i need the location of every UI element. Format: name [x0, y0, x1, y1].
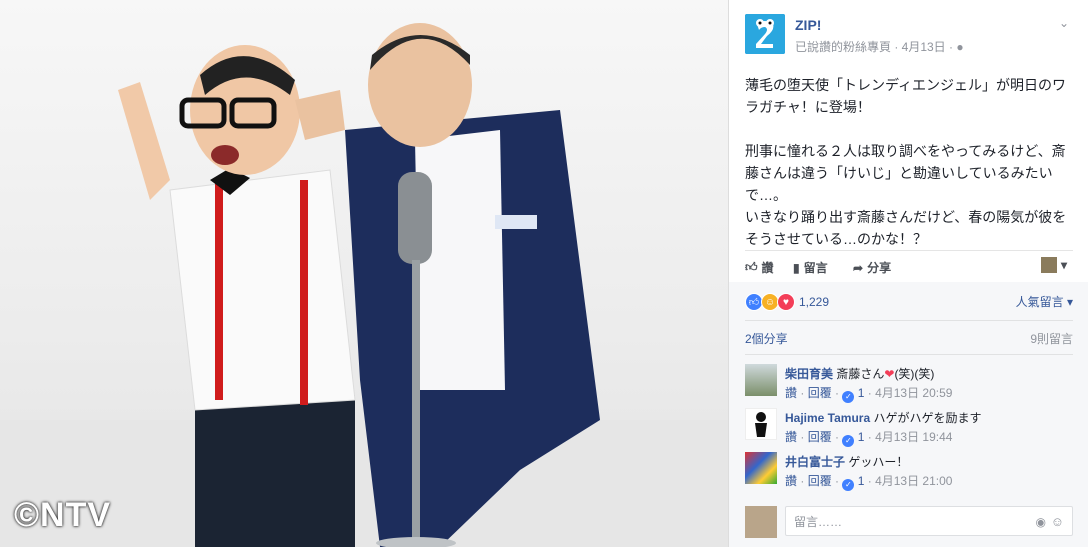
- commenter-name[interactable]: 井白富士子: [785, 455, 845, 469]
- ntv-watermark: ©NTV: [14, 496, 112, 534]
- heart-icon: ❤: [884, 367, 895, 381]
- comment-like-link[interactable]: 讚: [785, 430, 797, 444]
- share-count-link[interactable]: 2個分享: [745, 330, 788, 347]
- like-badge-icon: ✓: [842, 479, 855, 491]
- comment-like-link[interactable]: 讚: [785, 386, 797, 400]
- comment-input-placeholder: 留言……: [794, 515, 843, 529]
- like-badge-icon: ✓: [842, 435, 855, 447]
- comment-time[interactable]: 4月13日 20:59: [875, 386, 952, 400]
- photo-illustration: [0, 23, 728, 547]
- camera-icon[interactable]: ◉: [1036, 515, 1046, 529]
- comment-text: ゲッハー！: [848, 455, 909, 469]
- divider: [745, 320, 1073, 321]
- commenter-avatar[interactable]: [745, 364, 777, 396]
- comment-text-suffix: (笑)(笑): [894, 367, 935, 381]
- post-text: 薄毛の堕天使「トレンディエンジェル」が明日のワラガチャ！に登場！ 刑事に憧れる２…: [745, 77, 1067, 247]
- comment-label: 留言: [803, 261, 828, 275]
- share-button[interactable]: ➦ 分享: [853, 259, 891, 276]
- like-button[interactable]: 👍︎ 讚: [745, 259, 774, 276]
- viewer-avatar-icon: [1041, 257, 1057, 273]
- post-actions: 👍︎ 讚 ▮ 留言 ➦ 分享 ▾: [745, 250, 1073, 283]
- comment-body: Hajime Tamura ハゲがハゲを励ます: [785, 409, 982, 426]
- comment-sort-dropdown[interactable]: 人氣留言 ▾: [1016, 293, 1073, 310]
- comment-button[interactable]: ▮ 留言: [793, 259, 828, 276]
- comment-reply-link[interactable]: 回覆: [808, 474, 832, 488]
- commenter-avatar[interactable]: [745, 452, 777, 484]
- page-avatar[interactable]: [745, 14, 785, 54]
- comment-like-link[interactable]: 讚: [785, 474, 797, 488]
- comment-like-count[interactable]: 1: [858, 474, 865, 488]
- reaction-summary[interactable]: 👍︎ ☺ ♥ 1,229: [745, 292, 829, 312]
- comment-meta: 讚 · 回覆 · ✓ 1 · 4月13日 21:00: [785, 474, 953, 491]
- comment-text: 斎藤さん: [836, 367, 885, 381]
- post-header: ZIP! 已說讚的粉絲專頁 · 4月13日 · ● ⌄: [745, 14, 1075, 58]
- globe-icon: ●: [956, 40, 964, 54]
- comment-meta: 讚 · 回覆 · ✓ 1 · 4月13日 20:59: [785, 386, 953, 403]
- comment-item: 井白富士子 ゲッハー！ 讚 · 回覆 · ✓ 1 · 4月13日 21:00: [745, 452, 1075, 492]
- comment-reply-link[interactable]: 回覆: [808, 386, 832, 400]
- viewer-avatar[interactable]: [745, 506, 777, 538]
- comment-like-count[interactable]: 1: [858, 386, 865, 400]
- share-label: 分享: [867, 261, 892, 275]
- chevron-down-icon[interactable]: ⌄: [1059, 16, 1069, 30]
- comment-count-link[interactable]: 9則留言: [1030, 330, 1073, 347]
- comment-meta: 讚 · 回覆 · ✓ 1 · 4月13日 19:44: [785, 430, 953, 447]
- page-name[interactable]: ZIP!: [795, 17, 821, 33]
- comment-input[interactable]: 留言…… ◉ ☺: [785, 506, 1073, 536]
- comment-item: Hajime Tamura ハゲがハゲを励ます 讚 · 回覆 · ✓ 1 · 4…: [745, 408, 1075, 448]
- comment-text: ハゲがハゲを励ます: [873, 411, 982, 425]
- comment-reply-link[interactable]: 回覆: [808, 430, 832, 444]
- silhouette-icon: [755, 412, 767, 437]
- comment-time[interactable]: 4月13日 19:44: [875, 430, 952, 444]
- caret-down-icon: ▾: [1061, 258, 1068, 272]
- commenter-name[interactable]: Hajime Tamura: [785, 411, 870, 425]
- speech-bubble-icon: ▮: [793, 260, 800, 275]
- comment-sort-label: 人氣留言: [1015, 295, 1064, 309]
- emoji-icon[interactable]: ☺: [1051, 514, 1064, 529]
- comment-item: 柴田育美 斎藤さん❤(笑)(笑) 讚 · 回覆 · ✓ 1 · 4月13日 20…: [745, 364, 1075, 404]
- love-reaction-icon: ♥: [777, 293, 795, 311]
- zip-logo-icon: [745, 14, 785, 54]
- like-label: 讚: [761, 261, 774, 275]
- commenter-avatar[interactable]: [745, 408, 777, 440]
- post-meta: 已說讚的粉絲專頁 · 4月13日 · ●: [795, 38, 964, 55]
- thumbs-up-icon: 👍︎: [745, 260, 758, 274]
- like-badge-icon: ✓: [842, 391, 855, 403]
- caret-down-icon: ▾: [1066, 295, 1073, 309]
- reaction-count: 1,229: [799, 295, 830, 309]
- share-arrow-icon: ➦: [853, 260, 864, 275]
- commenter-name[interactable]: 柴田育美: [785, 367, 833, 381]
- comment-composer: 留言…… ◉ ☺: [745, 506, 1075, 538]
- post-photo[interactable]: ©NTV: [0, 0, 728, 547]
- viewer-avatar-selector[interactable]: ▾: [1041, 257, 1067, 273]
- comment-body: 柴田育美 斎藤さん❤(笑)(笑): [785, 365, 934, 382]
- post-panel: ZIP! 已說讚的粉絲專頁 · 4月13日 · ● ⌄ 薄毛の堕天使「トレンディ…: [728, 0, 1088, 547]
- comment-like-count[interactable]: 1: [858, 430, 865, 444]
- comment-time[interactable]: 4月13日 21:00: [875, 474, 952, 488]
- comment-body: 井白富士子 ゲッハー！: [785, 453, 908, 470]
- divider: [745, 354, 1073, 355]
- post-meta-text: 已說讚的粉絲專頁 · 4月13日 ·: [795, 40, 954, 54]
